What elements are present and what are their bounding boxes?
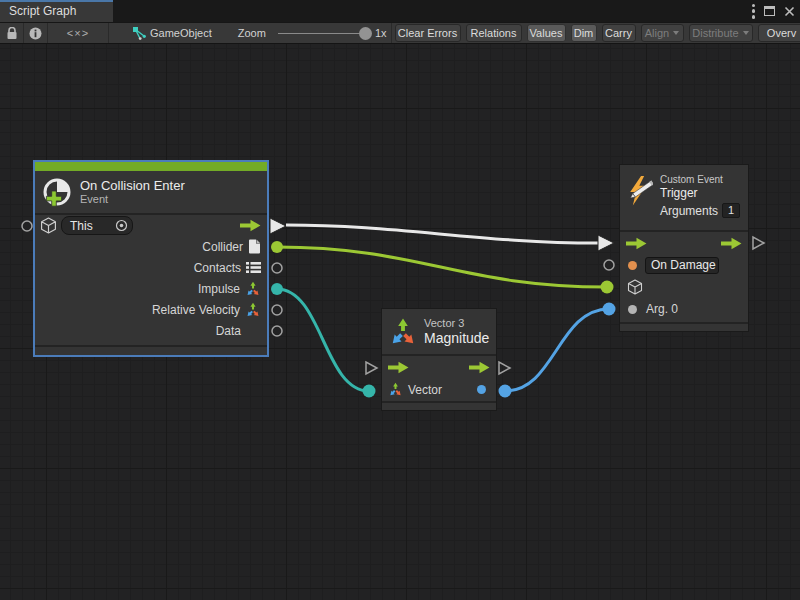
graph-toolbar: <×> GameObject Zoom 1x Clear Errors Rela… (0, 22, 800, 44)
this-dropdown[interactable]: This (61, 216, 133, 235)
code-icon[interactable]: <×> (48, 27, 108, 39)
port-oce-trigger-out[interactable] (270, 218, 286, 234)
port-label-impulse: Impulse (198, 282, 240, 296)
port-oce-this-in[interactable] (22, 221, 32, 231)
wire-flow-oce-to-trigger[interactable] (286, 225, 598, 243)
port-label-data: Data (216, 324, 241, 338)
node-vector3-magnitude[interactable]: Vector 3 Magnitude Vector (381, 308, 497, 411)
vector3-icon (245, 302, 261, 318)
window-menu-icon[interactable] (752, 4, 756, 19)
port-label-contacts: Contacts (194, 261, 241, 275)
distribute-caret-icon (743, 31, 749, 35)
port-event-name-in[interactable] (604, 260, 614, 270)
graph-canvas[interactable]: On Collision Enter Event This (0, 44, 800, 600)
node-title: Trigger (660, 186, 740, 201)
node-type: Vector 3 (424, 317, 489, 330)
tab-script-graph[interactable]: Script Graph (0, 0, 113, 22)
gameobject-icon (131, 26, 147, 40)
wire-collider-to-target[interactable] (277, 247, 607, 287)
port-collider-out[interactable] (271, 241, 283, 253)
carry-button[interactable]: Carry (602, 24, 636, 42)
port-event-target-in[interactable] (601, 281, 614, 294)
flow-out-arrow-icon[interactable] (240, 219, 261, 232)
port-label-relative-velocity: Relative Velocity (152, 303, 240, 317)
node-trigger-custom-event[interactable]: Custom Event Trigger Arguments 1 On Dama… (619, 164, 749, 332)
port-magnitude-flow-in[interactable] (366, 362, 377, 374)
vector3-icon (388, 382, 403, 397)
contacts-list-icon (246, 261, 261, 274)
zoom-label: Zoom (238, 27, 266, 39)
event-name-field[interactable]: On Damage (645, 257, 719, 274)
event-name-port-dot[interactable] (628, 261, 637, 270)
distribute-button[interactable]: Distribute (689, 24, 753, 42)
maximize-icon[interactable] (764, 6, 775, 16)
tab-title: Script Graph (9, 4, 76, 18)
node-title: Magnitude (424, 330, 489, 346)
close-icon[interactable] (784, 6, 795, 17)
port-trigger-in[interactable] (598, 235, 614, 251)
port-label-arg0: Arg. 0 (646, 302, 678, 316)
port-magnitude-flow-out[interactable] (499, 362, 510, 374)
port-vector-in[interactable] (363, 385, 376, 398)
port-contacts-out[interactable] (272, 263, 282, 273)
port-impulse-out[interactable] (271, 283, 283, 295)
port-relative-velocity-out[interactable] (272, 305, 282, 315)
on-collision-enter-icon (42, 177, 72, 207)
zoom-slider-knob[interactable] (359, 27, 372, 40)
collider-icon (248, 239, 261, 254)
gameobject-cube-icon (627, 279, 643, 295)
event-accent-bar (35, 162, 267, 171)
port-arg0-in[interactable] (603, 303, 616, 316)
zoom-slider[interactable] (278, 33, 366, 34)
overview-button[interactable]: Overv (758, 24, 800, 42)
lock-icon[interactable] (0, 27, 23, 40)
relations-button[interactable]: Relations (466, 24, 522, 42)
node-title: On Collision Enter (80, 178, 185, 193)
arguments-count-field[interactable]: 1 (722, 203, 740, 218)
port-trigger-flow-out[interactable] (753, 237, 764, 249)
flow-out-arrow-icon[interactable] (469, 361, 490, 374)
align-button[interactable]: Align (641, 24, 684, 42)
flow-in-arrow-icon[interactable] (626, 237, 647, 250)
values-button[interactable]: Values (527, 24, 566, 42)
vector3-icon (388, 317, 418, 347)
tab-bar: Script Graph (0, 0, 800, 22)
unity-script-graph-window: Script Graph <×> GameObject Zoom 1x Clea… (0, 0, 800, 600)
flow-out-arrow-icon[interactable] (721, 237, 742, 250)
vector3-icon (245, 281, 261, 297)
node-subtitle: Event (80, 193, 185, 206)
wire-magnitude-to-arg0[interactable] (505, 309, 609, 391)
node-type: Custom Event (660, 173, 740, 186)
port-data-out[interactable] (272, 326, 282, 336)
gameobject-cube-icon (40, 217, 57, 234)
magnitude-float-port-dot[interactable] (477, 385, 486, 394)
wire-impulse-to-vector[interactable] (277, 289, 369, 391)
port-magnitude-out[interactable] (499, 385, 512, 398)
arg0-port-dot[interactable] (628, 305, 637, 314)
port-label-vector: Vector (408, 383, 442, 397)
target-picker-icon[interactable] (115, 219, 128, 232)
gameobject-label: GameObject (150, 27, 212, 39)
node-on-collision-enter[interactable]: On Collision Enter Event This (33, 160, 269, 357)
custom-event-icon (626, 175, 653, 208)
zoom-value: 1x (375, 27, 387, 39)
this-dropdown-value: This (62, 219, 115, 233)
arguments-label: Arguments (660, 204, 718, 218)
flow-in-arrow-icon[interactable] (388, 361, 409, 374)
port-label-collider: Collider (202, 240, 243, 254)
align-caret-icon (673, 31, 679, 35)
info-icon[interactable] (24, 27, 47, 40)
dim-button[interactable]: Dim (571, 24, 597, 42)
clear-errors-button[interactable]: Clear Errors (395, 24, 461, 42)
